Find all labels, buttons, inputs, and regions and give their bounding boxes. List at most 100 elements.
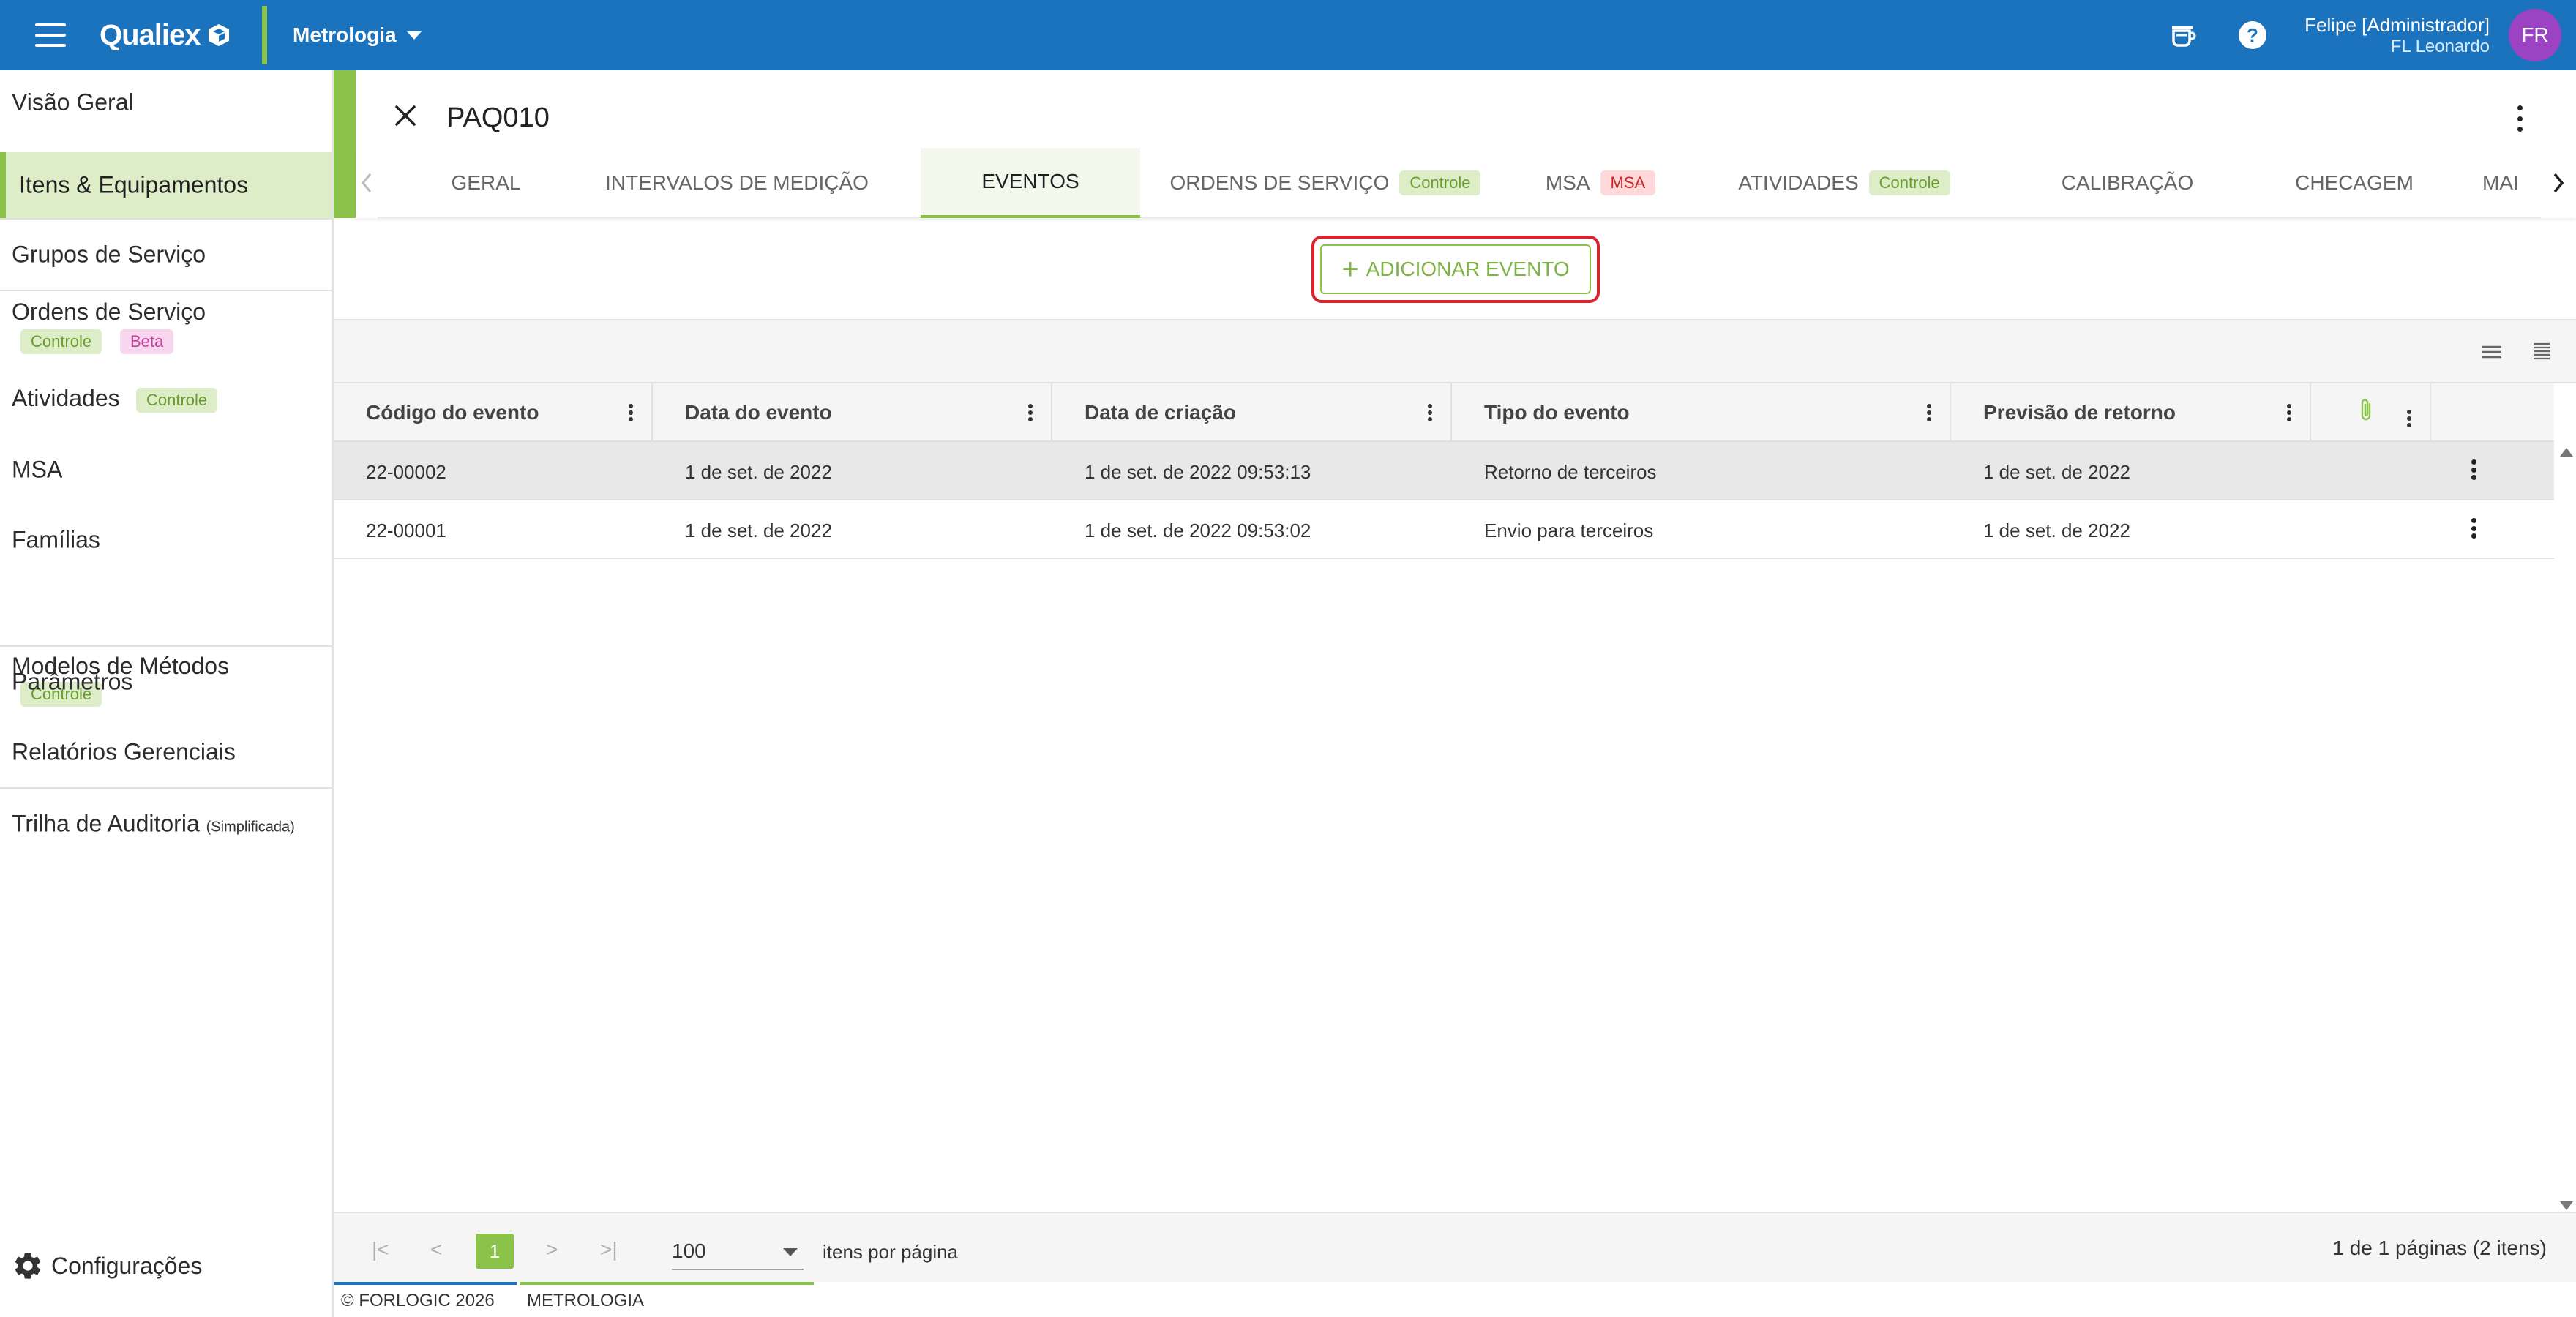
sidebar-item-visao-geral[interactable]: Visão Geral xyxy=(0,70,332,140)
cell-codigo: 22-00002 xyxy=(366,461,446,483)
module-selector[interactable]: Metrologia xyxy=(293,19,422,51)
settings-link[interactable]: Configurações xyxy=(12,1250,202,1282)
table-header: Código do evento Data do evento Data de … xyxy=(334,383,2554,442)
column-header-label: Tipo do evento xyxy=(1484,401,1630,424)
tab-mai[interactable]: MAI xyxy=(2482,148,2541,218)
cell-data-evento: 1 de set. de 2022 xyxy=(685,519,832,541)
column-menu-icon[interactable] xyxy=(1427,404,1433,421)
column-menu-icon[interactable] xyxy=(2406,410,2412,427)
add-event-area: + ADICIONAR EVENTO xyxy=(334,218,2576,320)
sidebar-item-label: Ordens de Serviço xyxy=(12,299,206,325)
footer-accent-blue xyxy=(334,1282,517,1285)
tab-intervalos-de-medicao[interactable]: INTERVALOS DE MEDIÇÃO xyxy=(587,148,887,218)
sidebar: Visão Geral Itens & Equipamentos Grupos … xyxy=(0,70,334,1317)
beta-badge: Beta xyxy=(120,329,174,354)
brand-logo[interactable]: Qualiex xyxy=(100,15,231,56)
sidebar-item-parametros[interactable]: Parâmetros xyxy=(0,647,332,717)
compact-view-icon[interactable] xyxy=(2481,341,2503,363)
page-size-value: 100 xyxy=(672,1239,706,1262)
pagination-bar: |< < 1 > >| 100 itens por página 1 de 1 … xyxy=(334,1212,2576,1282)
pagination-info: 1 de 1 páginas (2 itens) xyxy=(2332,1237,2547,1259)
sidebar-item-label: Visão Geral xyxy=(12,89,134,116)
column-menu-icon[interactable] xyxy=(1926,404,1932,421)
scroll-down-icon[interactable] xyxy=(2560,1201,2573,1210)
sidebar-item-atividades[interactable]: Atividades Controle xyxy=(0,367,332,435)
footer-copyright: © FORLOGIC 2026 xyxy=(341,1291,495,1310)
cell-data-criacao: 1 de set. de 2022 09:53:02 xyxy=(1085,519,1311,541)
controle-badge: Controle xyxy=(1399,170,1481,195)
page-size-label: itens por página xyxy=(823,1241,959,1263)
first-page-icon[interactable]: |< xyxy=(372,1238,389,1261)
cell-data-evento: 1 de set. de 2022 xyxy=(685,461,832,483)
column-data-do-evento[interactable]: Data do evento xyxy=(653,383,1052,442)
sidebar-item-label: Parâmetros xyxy=(12,668,133,695)
tab-eventos[interactable]: EVENTOS xyxy=(921,148,1140,218)
sidebar-item-label: MSA xyxy=(12,456,63,483)
cell-tipo: Retorno de terceiros xyxy=(1484,461,1657,483)
sidebar-item-label: Relatórios Gerenciais xyxy=(12,738,236,765)
tab-checagem[interactable]: CHECAGEM xyxy=(2270,148,2438,218)
chevron-down-icon xyxy=(783,1248,798,1256)
cell-tipo: Envio para terceiros xyxy=(1484,519,1654,541)
column-attachments[interactable] xyxy=(2311,383,2431,442)
tab-msa[interactable]: MSA MSA xyxy=(1524,148,1677,218)
add-event-button[interactable]: + ADICIONAR EVENTO xyxy=(1320,244,1591,294)
last-page-icon[interactable]: >| xyxy=(600,1238,618,1261)
tab-bar: GERAL INTERVALOS DE MEDIÇÃO EVENTOS ORDE… xyxy=(356,148,2576,218)
sidebar-item-familias[interactable]: Famílias xyxy=(0,505,332,575)
column-header-label: Previsão de retorno xyxy=(1983,401,2176,424)
column-menu-icon[interactable] xyxy=(1027,404,1033,421)
sidebar-item-itens-equipamentos[interactable]: Itens & Equipamentos xyxy=(0,152,332,218)
sidebar-item-label: Trilha de Auditoria (Simplificada) xyxy=(12,811,295,838)
scroll-up-icon[interactable] xyxy=(2560,448,2573,457)
plus-icon: + xyxy=(1341,253,1359,285)
tab-ordens-de-servico[interactable]: ORDENS DE SERVIÇO Controle xyxy=(1168,148,1483,218)
controle-badge: Controle xyxy=(136,388,218,413)
sidebar-item-msa[interactable]: MSA xyxy=(0,435,332,505)
close-icon[interactable] xyxy=(394,104,417,127)
tab-scroll-right-icon[interactable] xyxy=(2541,148,2576,218)
sidebar-item-relatorios-gerenciais[interactable]: Relatórios Gerenciais xyxy=(0,717,332,787)
table-row[interactable]: 22-00001 1 de set. de 2022 1 de set. de … xyxy=(334,500,2554,559)
column-menu-icon[interactable] xyxy=(2286,404,2292,421)
tab-calibracao[interactable]: CALIBRAÇÃO xyxy=(2036,148,2219,218)
sidebar-item-ordens-de-servico[interactable]: Ordens de Serviço Controle Beta xyxy=(0,291,332,367)
sidebar-item-label: Grupos de Serviço xyxy=(12,241,206,268)
user-info[interactable]: Felipe [Administrador] FL Leonardo xyxy=(2304,13,2490,57)
column-tipo-do-evento[interactable]: Tipo do evento xyxy=(1452,383,1951,442)
page-size-select[interactable]: 100 xyxy=(672,1231,804,1270)
detail-header: PAQ010 xyxy=(356,70,2576,148)
more-options-icon[interactable] xyxy=(2515,105,2525,132)
help-icon[interactable]: ? xyxy=(2236,19,2269,51)
sidebar-item-trilha-de-auditoria[interactable]: Trilha de Auditoria (Simplificada) xyxy=(0,789,332,859)
next-page-icon[interactable]: > xyxy=(546,1238,558,1261)
column-actions xyxy=(2431,383,2554,442)
column-codigo-do-evento[interactable]: Código do evento xyxy=(334,383,653,442)
sidebar-item-label: Famílias xyxy=(12,526,100,553)
user-name: Felipe [Administrador] xyxy=(2304,14,2490,36)
avatar[interactable]: FR xyxy=(2509,9,2561,61)
coffee-cup-icon[interactable] xyxy=(2166,19,2198,51)
current-page-button[interactable]: 1 xyxy=(476,1234,514,1269)
dense-view-icon[interactable] xyxy=(2531,341,2553,363)
table-row[interactable]: 22-00002 1 de set. de 2022 1 de set. de … xyxy=(334,442,2554,500)
column-previsao-de-retorno[interactable]: Previsão de retorno xyxy=(1951,383,2311,442)
table-scrollbar[interactable] xyxy=(2554,442,2576,1213)
tab-atividades[interactable]: ATIVIDADES Controle xyxy=(1712,148,1976,218)
sidebar-item-grupos-de-servico[interactable]: Grupos de Serviço xyxy=(0,220,332,290)
user-organization: FL Leonardo xyxy=(2390,37,2490,56)
column-header-label: Código do evento xyxy=(366,401,539,424)
tab-geral[interactable]: GERAL xyxy=(422,148,550,218)
footer-accent-green xyxy=(520,1282,814,1285)
row-actions-icon[interactable] xyxy=(2471,459,2476,480)
column-data-de-criacao[interactable]: Data de criação xyxy=(1052,383,1452,442)
menu-icon[interactable] xyxy=(35,23,66,47)
cell-data-criacao: 1 de set. de 2022 09:53:13 xyxy=(1085,461,1311,483)
column-menu-icon[interactable] xyxy=(628,404,634,421)
tab-scroll-left-icon[interactable] xyxy=(356,148,378,218)
cell-codigo: 22-00001 xyxy=(366,519,446,541)
sidebar-item-label: Itens & Equipamentos xyxy=(19,171,249,198)
prev-page-icon[interactable]: < xyxy=(430,1238,442,1261)
row-actions-icon[interactable] xyxy=(2471,518,2476,539)
column-header-label: Data de criação xyxy=(1085,401,1236,424)
